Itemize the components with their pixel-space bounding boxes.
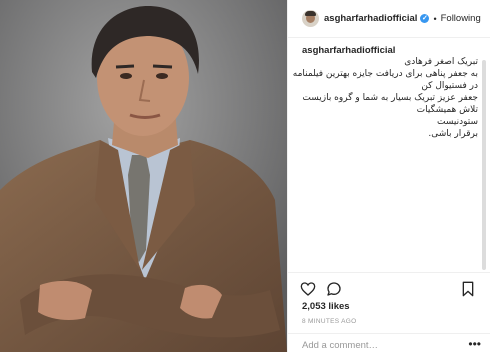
header-separator: •: [433, 13, 437, 24]
profile-avatar[interactable]: [302, 10, 319, 27]
instagram-post: asgharfarhadiofficial ✓ • Following asgh…: [0, 0, 490, 352]
username-link[interactable]: asgharfarhadiofficial: [324, 13, 417, 24]
comment-input[interactable]: [302, 340, 462, 351]
avatar-hair: [305, 11, 316, 16]
caption-line: تلاش همیشگیات: [416, 105, 478, 115]
post-caption: asgharfarhadiofficial تبریک اصغر فرهادی …: [292, 45, 478, 140]
post-side-panel: asgharfarhadiofficial ✓ • Following asgh…: [287, 0, 490, 352]
post-photo[interactable]: [0, 0, 287, 352]
post-header: asgharfarhadiofficial ✓ • Following: [288, 0, 490, 38]
caption-line: تبریک اصغر فرهادی: [404, 57, 478, 67]
caption-line: ستودنیست: [436, 117, 478, 127]
add-comment-bar: •••: [288, 333, 490, 352]
post-actions: [288, 272, 490, 302]
comment-bubble-icon[interactable]: [326, 281, 342, 297]
more-options-button[interactable]: •••: [468, 337, 481, 351]
portrait-image: [0, 0, 287, 352]
caption-line: در فستیوال کن: [421, 81, 478, 91]
heart-icon[interactable]: [300, 281, 316, 297]
caption-line: جعفر عزیز تبریک بسیار به شما و گروه بازی…: [302, 93, 478, 103]
comments-scrollbar[interactable]: [482, 60, 486, 270]
caption-line: برقرار باشی.: [428, 129, 478, 139]
following-button[interactable]: Following: [441, 13, 481, 24]
likes-count[interactable]: 2,053 likes: [302, 301, 350, 312]
caption-username[interactable]: asgharfarhadiofficial: [302, 45, 478, 56]
post-timestamp[interactable]: 8 MINUTES AGO: [302, 318, 356, 325]
caption-line: به جعفر پناهی برای دریافت جایزه بهترین ف…: [292, 69, 478, 79]
bookmark-icon[interactable]: [461, 281, 475, 297]
verified-badge-icon: ✓: [420, 14, 430, 23]
